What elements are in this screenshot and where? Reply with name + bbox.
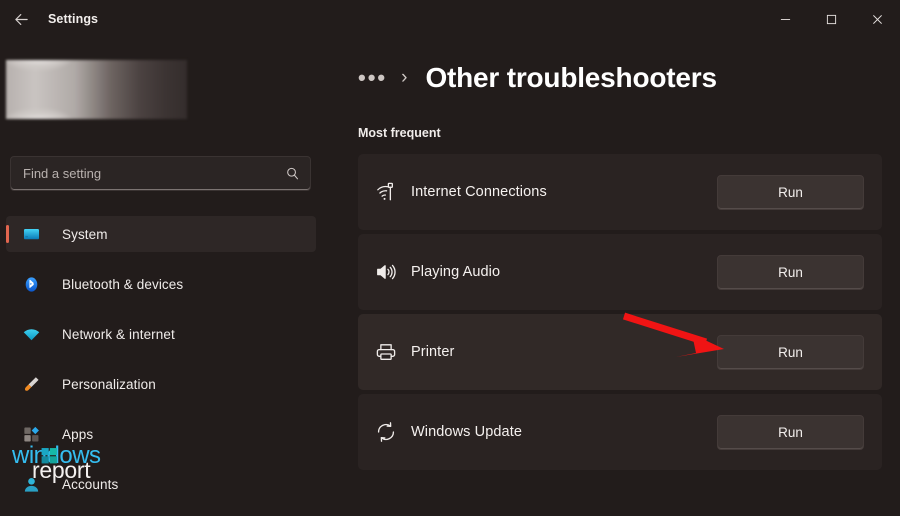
run-button[interactable]: Run [717, 255, 864, 290]
sync-icon [375, 421, 411, 443]
troubleshooter-row-printer[interactable]: Printer Run [358, 314, 882, 390]
troubleshooter-label: Windows Update [411, 424, 717, 440]
sidebar-item-bluetooth-devices[interactable]: Bluetooth & devices [6, 266, 316, 302]
sidebar-item-network-internet[interactable]: Network & internet [6, 316, 316, 352]
window-controls [762, 0, 900, 38]
sidebar-item-label: System [62, 227, 108, 242]
close-button[interactable] [854, 0, 900, 38]
sidebar-item-label: Personalization [62, 377, 156, 392]
maximize-icon [826, 14, 837, 25]
sidebar-item-label: Apps [62, 427, 93, 442]
arrow-left-icon [13, 11, 30, 28]
title-bar: Settings [0, 0, 900, 38]
wifi-router-icon [375, 181, 411, 203]
chevron-right-icon: › [401, 67, 407, 89]
minimize-icon [780, 14, 791, 25]
troubleshooter-row-windows-update[interactable]: Windows Update Run [358, 394, 882, 470]
breadcrumb: ••• › Other troubleshooters [358, 62, 717, 94]
troubleshooter-label: Printer [411, 344, 717, 360]
sidebar: System Bluetooth & devices [0, 38, 340, 500]
breadcrumb-overflow-button[interactable]: ••• [358, 67, 387, 89]
sidebar-item-system[interactable]: System [6, 216, 316, 252]
troubleshooter-row-internet-connections[interactable]: Internet Connections Run [358, 154, 882, 230]
page-title: Other troubleshooters [425, 62, 716, 94]
run-button[interactable]: Run [717, 335, 864, 370]
brush-icon [22, 375, 52, 394]
bluetooth-icon [22, 275, 52, 294]
sidebar-item-label: Bluetooth & devices [62, 277, 183, 292]
wifi-icon [22, 325, 52, 344]
speaker-icon [375, 261, 411, 283]
run-button[interactable]: Run [717, 415, 864, 450]
troubleshooter-label: Playing Audio [411, 264, 717, 280]
troubleshooter-label: Internet Connections [411, 184, 717, 200]
apps-icon [22, 425, 52, 444]
search-input[interactable] [23, 166, 285, 181]
troubleshooter-list: Internet Connections Run Playing Audio R… [358, 154, 882, 474]
user-profile-blurred[interactable] [6, 60, 187, 119]
monitor-icon [22, 225, 52, 244]
section-label: Most frequent [358, 126, 441, 140]
search-box[interactable] [10, 156, 311, 191]
sidebar-item-personalization[interactable]: Personalization [6, 366, 316, 402]
troubleshooter-row-playing-audio[interactable]: Playing Audio Run [358, 234, 882, 310]
main-content: ••• › Other troubleshooters Most frequen… [340, 38, 900, 500]
sidebar-item-label: Network & internet [62, 327, 175, 342]
watermark-line-2: report [32, 459, 90, 482]
printer-icon [375, 341, 411, 363]
minimize-button[interactable] [762, 0, 808, 38]
watermark: windows report [10, 444, 150, 490]
close-icon [872, 14, 883, 25]
back-button[interactable] [0, 0, 42, 38]
search-icon [285, 166, 300, 181]
maximize-button[interactable] [808, 0, 854, 38]
app-title: Settings [48, 12, 98, 26]
run-button[interactable]: Run [717, 175, 864, 210]
